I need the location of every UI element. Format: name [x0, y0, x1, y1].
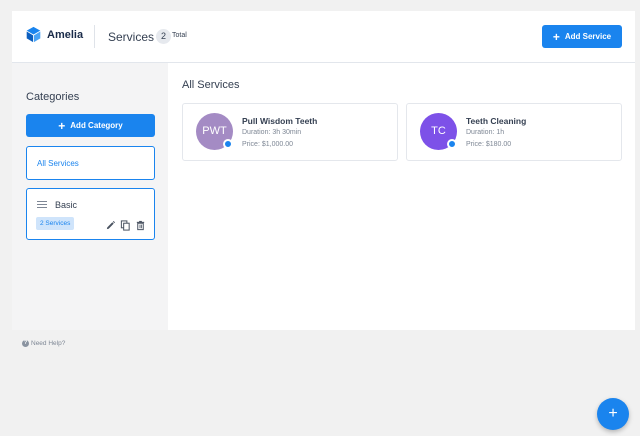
add-category-button[interactable]: + Add Category: [26, 114, 155, 137]
duplicate-icon[interactable]: [120, 218, 131, 231]
service-duration: Duration: 3h 30min: [242, 129, 302, 136]
all-services-title: All Services: [182, 79, 240, 91]
amelia-logo-icon: [26, 26, 41, 43]
service-price: Price: $180.00: [466, 141, 512, 148]
category-basic[interactable]: Basic 2 Services: [26, 188, 155, 240]
plus-icon: +: [552, 29, 560, 44]
logo-text: Amelia: [47, 28, 84, 41]
amelia-logo: Amelia: [25, 26, 83, 43]
edit-icon[interactable]: [105, 218, 116, 230]
service-price: Price: $1,000.00: [242, 141, 293, 148]
category-service-count-badge: 2 Services: [36, 217, 75, 230]
services-panel: Amelia Services 2 Total + Add Service Ca…: [12, 11, 635, 330]
service-count-badge: 2: [156, 29, 171, 44]
categories-title: Categories: [26, 91, 80, 103]
plus-icon: +: [608, 405, 618, 422]
service-duration: Duration: 1h: [466, 129, 505, 136]
header-divider: [94, 25, 95, 48]
service-status-dot: [447, 139, 457, 149]
category-name: Basic: [55, 200, 78, 210]
category-all-services-label: All Services: [37, 159, 79, 168]
category-all-services[interactable]: All Services: [26, 146, 155, 180]
delete-icon[interactable]: [135, 218, 146, 231]
page-header: Amelia Services 2 Total + Add Service: [12, 11, 635, 63]
add-service-label: Add Service: [564, 32, 612, 41]
service-name: Teeth Cleaning: [466, 116, 527, 126]
plus-icon: +: [58, 118, 66, 133]
total-label: Total: [172, 32, 187, 39]
add-category-label: Add Category: [70, 121, 123, 130]
service-card-pull-wisdom-teeth[interactable]: PWT Pull Wisdom Teeth Duration: 3h 30min…: [182, 103, 398, 161]
page-title: Services: [108, 30, 155, 44]
drag-handle-icon[interactable]: [37, 201, 47, 209]
need-help-label: Need Help?: [31, 340, 66, 347]
need-help-link[interactable]: ? Need Help?: [22, 340, 65, 347]
service-card-teeth-cleaning[interactable]: TC Teeth Cleaning Duration: 1h Price: $1…: [406, 103, 622, 161]
service-name: Pull Wisdom Teeth: [242, 116, 318, 126]
floating-add-button[interactable]: +: [597, 398, 629, 430]
question-icon: ?: [22, 340, 29, 347]
categories-sidebar: Categories + Add Category All Services B…: [12, 63, 168, 330]
service-status-dot: [223, 139, 233, 149]
add-service-button[interactable]: + Add Service: [542, 25, 622, 48]
category-actions: [105, 218, 146, 231]
